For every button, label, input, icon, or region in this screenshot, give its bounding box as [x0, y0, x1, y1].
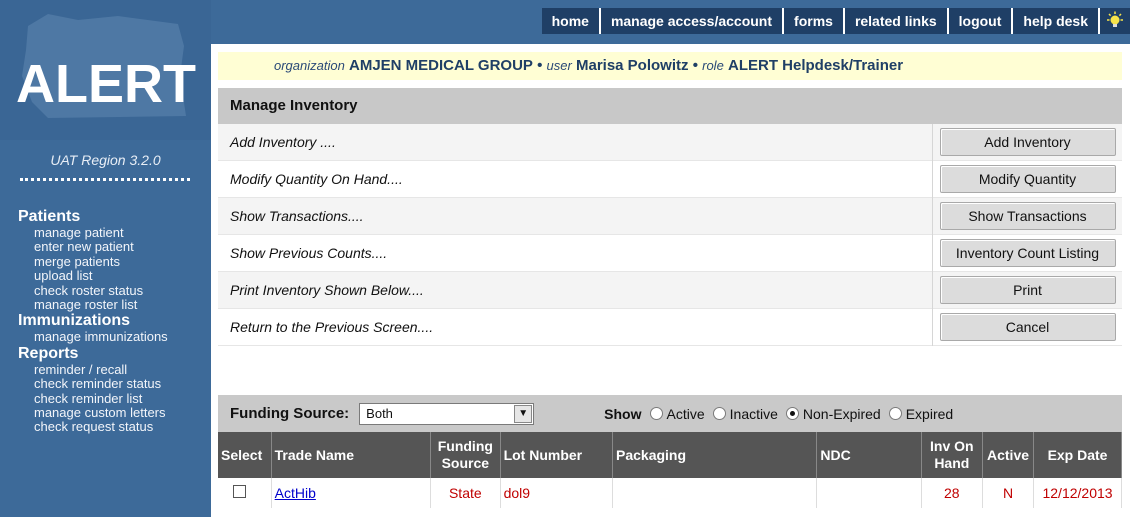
table-row: ActHib State dol9 28 N 12/12/2013: [218, 478, 1122, 508]
action-label: Return to the Previous Screen....: [230, 319, 434, 335]
col-packaging[interactable]: Packaging: [612, 432, 818, 478]
col-active[interactable]: Active: [982, 432, 1035, 478]
action-label: Show Transactions....: [230, 208, 364, 224]
user-label: user: [546, 58, 572, 73]
user-value: Marisa Polowitz: [575, 57, 689, 74]
print-button[interactable]: Print: [939, 276, 1116, 304]
separator: •: [537, 57, 543, 74]
cell-active: N: [982, 478, 1035, 508]
sidebar-item-check-request-status[interactable]: check request status: [0, 420, 211, 435]
radio-non-expired[interactable]: Non-Expired: [785, 406, 881, 422]
table-header-row: Select Trade Name Funding Source Lot Num…: [218, 432, 1122, 478]
col-trade-name[interactable]: Trade Name: [271, 432, 432, 478]
sidebar: ALERT UAT Region 3.2.0 Patients manage pa…: [0, 0, 211, 517]
show-label: Show: [604, 405, 642, 422]
funding-source-value: Both: [366, 405, 393, 421]
role-label: role: [702, 58, 724, 73]
select-checkbox[interactable]: [233, 485, 246, 498]
radio-button[interactable]: [712, 407, 726, 420]
col-inv-on-hand[interactable]: Inv On Hand: [921, 432, 983, 478]
sidebar-group-title: Reports: [18, 344, 79, 362]
cell-lot: dol9: [500, 478, 614, 508]
sidebar-group-title: Patients: [18, 208, 81, 225]
action-row: Return to the Previous Screen.... Cancel: [218, 308, 1122, 346]
nav-help-desk[interactable]: help desk: [1013, 8, 1098, 34]
action-label: Print Inventory Shown Below....: [230, 282, 424, 298]
cancel-button[interactable]: Cancel: [939, 313, 1116, 341]
side-nav: Patients manage patient enter new patient m…: [0, 208, 211, 435]
show-transactions-button[interactable]: Show Transactions: [939, 202, 1116, 230]
action-row: Add Inventory .... Add Inventory: [218, 123, 1122, 161]
lightbulb-icon[interactable]: [1100, 8, 1130, 34]
top-nav: home manage access/account forms related…: [541, 8, 1130, 34]
action-row: Modify Quantity On Hand.... Modify Quant…: [218, 160, 1122, 198]
alert-logo: ALERT: [16, 14, 196, 118]
action-row: Print Inventory Shown Below.... Print: [218, 271, 1122, 309]
nav-home[interactable]: home: [541, 8, 599, 34]
radio-button-selected[interactable]: [785, 407, 799, 420]
add-inventory-button[interactable]: Add Inventory: [939, 128, 1116, 156]
sidebar-group-title: Immunizations: [18, 312, 131, 330]
manage-inventory-panel: Manage Inventory Add Inventory .... Add …: [218, 88, 1122, 346]
context-bar: organization AMJEN MEDICAL GROUP • user …: [218, 52, 1122, 80]
radio-active[interactable]: Active: [649, 406, 705, 422]
sidebar-item-manage-patient[interactable]: manage patient: [0, 225, 211, 240]
cell-exp-date: 12/12/2013: [1033, 478, 1122, 508]
org-label: organization: [274, 58, 345, 73]
funding-source-label: Funding Source:: [230, 405, 350, 422]
inventory-count-listing-button[interactable]: Inventory Count Listing: [939, 239, 1116, 267]
sidebar-item-check-roster-status[interactable]: check roster status: [0, 283, 211, 298]
panel-title: Manage Inventory: [218, 88, 1122, 124]
cell-packaging: [612, 478, 818, 508]
filter-bar: Funding Source: Both ▼ Show Active Inact…: [218, 395, 1122, 432]
sidebar-item-check-reminder-status[interactable]: check reminder status: [0, 376, 211, 391]
cell-ndc: [816, 478, 922, 508]
col-exp-date[interactable]: Exp Date: [1033, 432, 1122, 478]
separator: •: [692, 57, 698, 74]
col-ndc[interactable]: NDC: [816, 432, 922, 478]
cell-inv-on-hand: 28: [921, 478, 983, 508]
cell-funding: State: [430, 478, 501, 508]
action-rows: Add Inventory .... Add Inventory Modify …: [218, 123, 1122, 346]
action-row: Show Previous Counts.... Inventory Count…: [218, 234, 1122, 272]
divider-dots: [20, 178, 190, 181]
action-label: Add Inventory ....: [230, 134, 336, 150]
nav-related-links[interactable]: related links: [844, 8, 947, 34]
nav-logout[interactable]: logout: [948, 8, 1012, 34]
sidebar-item-merge-patients[interactable]: merge patients: [0, 254, 211, 269]
role-value: ALERT Helpdesk/Trainer: [727, 57, 904, 74]
sidebar-item-upload-list[interactable]: upload list: [0, 268, 211, 283]
radio-button[interactable]: [888, 407, 902, 420]
inventory-table: Select Trade Name Funding Source Lot Num…: [218, 432, 1122, 508]
action-label: Show Previous Counts....: [230, 245, 388, 261]
col-select: Select: [218, 432, 272, 478]
nav-manage-access[interactable]: manage access/account: [600, 8, 783, 34]
top-bar: home manage access/account forms related…: [211, 0, 1130, 44]
sidebar-item-manage-custom-letters[interactable]: manage custom letters: [0, 405, 211, 420]
radio-expired[interactable]: Expired: [888, 406, 953, 422]
org-value: AMJEN MEDICAL GROUP: [349, 57, 533, 74]
radio-inactive[interactable]: Inactive: [712, 406, 778, 422]
chevron-down-icon[interactable]: ▼: [514, 404, 533, 423]
sidebar-item-manage-roster-list[interactable]: manage roster list: [0, 297, 211, 312]
logo-area: ALERT: [0, 0, 211, 140]
radio-button[interactable]: [649, 407, 663, 420]
sidebar-item-manage-immunizations[interactable]: manage immunizations: [0, 330, 211, 345]
region-label: UAT Region 3.2.0: [50, 152, 161, 168]
sidebar-item-reminder-recall[interactable]: reminder / recall: [0, 362, 211, 377]
trade-name-link[interactable]: ActHib: [275, 485, 316, 501]
modify-quantity-button[interactable]: Modify Quantity: [939, 165, 1116, 193]
action-label: Modify Quantity On Hand....: [230, 171, 403, 187]
logo-text: ALERT: [16, 54, 196, 114]
nav-forms[interactable]: forms: [784, 8, 843, 34]
funding-source-select[interactable]: Both ▼: [359, 402, 535, 425]
sidebar-item-check-reminder-list[interactable]: check reminder list: [0, 391, 211, 406]
col-funding-source[interactable]: Funding Source: [430, 432, 501, 478]
col-lot-number[interactable]: Lot Number: [500, 432, 614, 478]
action-row: Show Transactions.... Show Transactions: [218, 197, 1122, 235]
sidebar-item-enter-new-patient[interactable]: enter new patient: [0, 239, 211, 254]
